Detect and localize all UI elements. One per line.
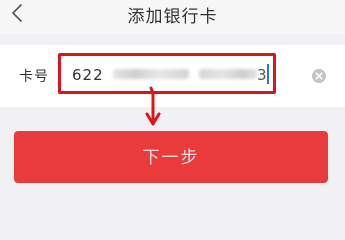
card-number-visible-suffix: 3 <box>257 66 267 84</box>
card-number-input[interactable]: 622 3 <box>58 53 276 94</box>
card-number-visible-prefix: 622 <box>72 66 104 84</box>
clear-input-button[interactable] <box>311 68 327 84</box>
clear-circle-icon <box>311 68 327 84</box>
card-number-mask <box>113 69 189 79</box>
text-cursor <box>267 64 269 84</box>
page-title: 添加银行卡 <box>127 7 218 27</box>
card-number-row: 卡号 622 3 <box>0 45 345 107</box>
next-step-button[interactable]: 下一步 <box>14 131 328 183</box>
navigation-bar: 添加银行卡 <box>0 0 345 34</box>
card-number-label: 卡号 <box>19 69 49 85</box>
card-number-mask <box>199 69 257 79</box>
annotation-arrow <box>143 86 167 132</box>
